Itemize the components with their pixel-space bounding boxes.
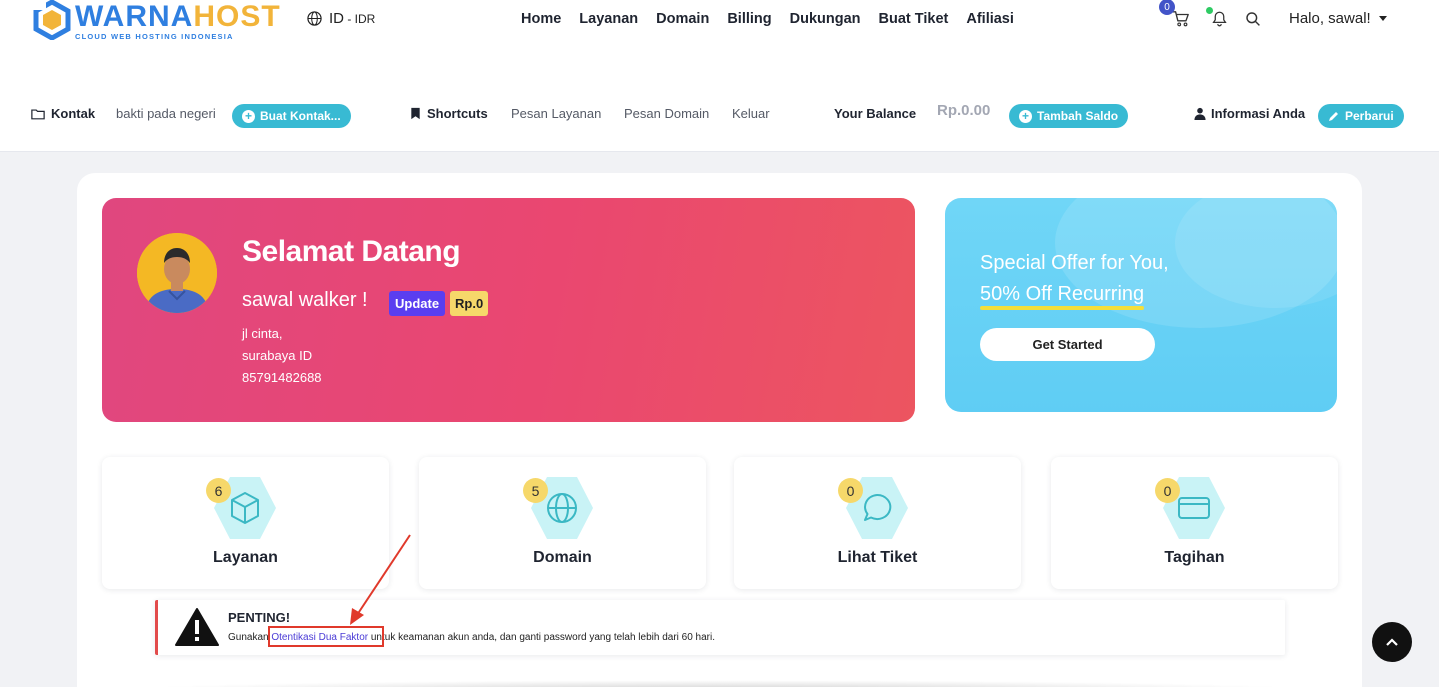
contact-label-text: Kontak bbox=[51, 106, 96, 121]
logo-word-part1: WARNA bbox=[75, 0, 194, 33]
plus-icon: + bbox=[242, 109, 255, 123]
user-greeting: Halo, sawal! bbox=[1289, 10, 1371, 27]
nav-afiliasi[interactable]: Afiliasi bbox=[966, 11, 1014, 27]
stat-label: Lihat Tiket bbox=[837, 549, 918, 566]
plus-icon: + bbox=[1019, 109, 1032, 123]
cart-icon bbox=[1172, 11, 1189, 27]
alert-text-after: untuk keamanan akun anda, dan ganti pass… bbox=[368, 632, 715, 643]
warnahost-logo[interactable]: WARNAHOST CLOUD WEB HOSTING INDONESIA bbox=[32, 0, 281, 41]
nav-home[interactable]: Home bbox=[521, 11, 561, 27]
info-label-text: Informasi Anda bbox=[1211, 106, 1306, 121]
stat-count: 0 bbox=[1155, 478, 1180, 503]
contact-value: bakti pada negeri bbox=[116, 106, 216, 121]
welcome-panel: Selamat Datang sawal walker ! Update Rp.… bbox=[102, 198, 915, 422]
search-button[interactable] bbox=[1242, 8, 1264, 30]
main-nav: Home Layanan Domain Billing Dukungan Bua… bbox=[521, 11, 1032, 27]
stat-card-domain[interactable]: 5 Domain bbox=[419, 457, 706, 589]
stat-card-lihat-tiket[interactable]: 0 Lihat Tiket bbox=[734, 457, 1021, 589]
stat-count: 6 bbox=[206, 478, 231, 503]
offer-line-1: Special Offer for You, bbox=[980, 252, 1169, 274]
update-badge[interactable]: Update bbox=[389, 291, 446, 316]
tambah-saldo-label: Tambah Saldo bbox=[1037, 109, 1119, 123]
pencil-icon bbox=[1329, 112, 1338, 121]
globe-icon bbox=[307, 11, 322, 26]
logo-text: WARNAHOST CLOUD WEB HOSTING INDONESIA bbox=[75, 0, 281, 41]
warning-icon bbox=[175, 608, 219, 646]
stat-label: Domain bbox=[533, 549, 592, 566]
balance-value: Rp.0.00 bbox=[937, 102, 991, 119]
perbarui-button[interactable]: Perbarui bbox=[1318, 104, 1404, 128]
nav-dukungan[interactable]: Dukungan bbox=[790, 11, 861, 27]
notifications-button[interactable] bbox=[1206, 7, 1230, 30]
info-label: Informasi Anda bbox=[1194, 106, 1305, 121]
shortcut-pesan-domain[interactable]: Pesan Domain bbox=[624, 106, 709, 121]
offer-line-2-text: 50% Off Recurring bbox=[980, 283, 1145, 305]
search-icon bbox=[1246, 12, 1260, 26]
buat-kontak-label: Buat Kontak... bbox=[260, 109, 341, 123]
scroll-to-top-button[interactable] bbox=[1372, 622, 1412, 662]
language-separator: - bbox=[344, 11, 355, 26]
avatar-illustration bbox=[137, 233, 217, 313]
logo-word-part2: HOST bbox=[193, 0, 281, 33]
language-code: ID bbox=[329, 10, 344, 27]
buat-kontak-button[interactable]: + Buat Kontak... bbox=[232, 104, 351, 128]
contact-label: Kontak bbox=[31, 106, 95, 121]
credit-badge: Rp.0 bbox=[450, 291, 489, 316]
stat-label: Tagihan bbox=[1164, 549, 1225, 566]
nav-domain[interactable]: Domain bbox=[656, 11, 709, 27]
shortcuts-label: Shortcuts bbox=[410, 106, 488, 121]
bookmark-icon bbox=[411, 107, 420, 120]
stat-card-tagihan[interactable]: 0 Tagihan bbox=[1051, 457, 1338, 589]
top-header: WARNAHOST CLOUD WEB HOSTING INDONESIA ID… bbox=[0, 0, 1439, 152]
notification-dot bbox=[1206, 7, 1213, 14]
balance-label: Your Balance bbox=[834, 106, 917, 121]
user-icon bbox=[1194, 107, 1206, 120]
offer-line-2: 50% Off Recurring bbox=[980, 283, 1145, 310]
nav-buat-tiket[interactable]: Buat Tiket bbox=[879, 11, 949, 27]
user-menu[interactable]: Halo, sawal! bbox=[1289, 10, 1387, 27]
currency-code: IDR bbox=[354, 11, 376, 26]
avatar bbox=[137, 233, 217, 313]
shortcuts-label-text: Shortcuts bbox=[427, 106, 488, 121]
nav-billing[interactable]: Billing bbox=[727, 11, 771, 27]
stat-count: 0 bbox=[838, 478, 863, 503]
nav-layanan[interactable]: Layanan bbox=[579, 11, 638, 27]
address-line-1: jl cinta, bbox=[242, 326, 283, 341]
tambah-saldo-button[interactable]: + Tambah Saldo bbox=[1009, 104, 1129, 128]
language-selector[interactable]: ID - IDR bbox=[307, 10, 375, 27]
perbarui-label: Perbarui bbox=[1345, 109, 1394, 123]
bell-icon bbox=[1211, 11, 1227, 27]
stat-label: Layanan bbox=[213, 549, 278, 566]
address-line-2: surabaya ID bbox=[242, 348, 313, 363]
footer-shadow bbox=[120, 680, 1320, 687]
special-offer-panel: Special Offer for You, 50% Off Recurring… bbox=[945, 198, 1337, 412]
phone-number: 85791482688 bbox=[242, 370, 322, 385]
get-started-button[interactable]: Get Started bbox=[980, 328, 1155, 361]
cart-button[interactable]: 0 bbox=[1159, 0, 1192, 30]
logo-mark-icon bbox=[32, 0, 71, 40]
stat-count: 5 bbox=[523, 478, 548, 503]
alert-text-before: Gunakan bbox=[228, 632, 272, 643]
stat-card-layanan[interactable]: 6 Layanan bbox=[102, 457, 389, 589]
folder-icon bbox=[31, 108, 45, 119]
welcome-name: sawal walker ! bbox=[242, 289, 368, 311]
offer-underline bbox=[980, 306, 1145, 310]
chevron-up-icon bbox=[1386, 638, 1398, 646]
header-actions: 0 bbox=[1159, 0, 1276, 30]
welcome-title: Selamat Datang bbox=[242, 235, 461, 268]
shortcut-keluar[interactable]: Keluar bbox=[732, 106, 770, 121]
shortcut-pesan-layanan[interactable]: Pesan Layanan bbox=[511, 106, 601, 121]
alert-title: PENTING! bbox=[228, 610, 291, 625]
chevron-down-icon bbox=[1378, 16, 1387, 21]
highlight-box bbox=[268, 626, 384, 647]
